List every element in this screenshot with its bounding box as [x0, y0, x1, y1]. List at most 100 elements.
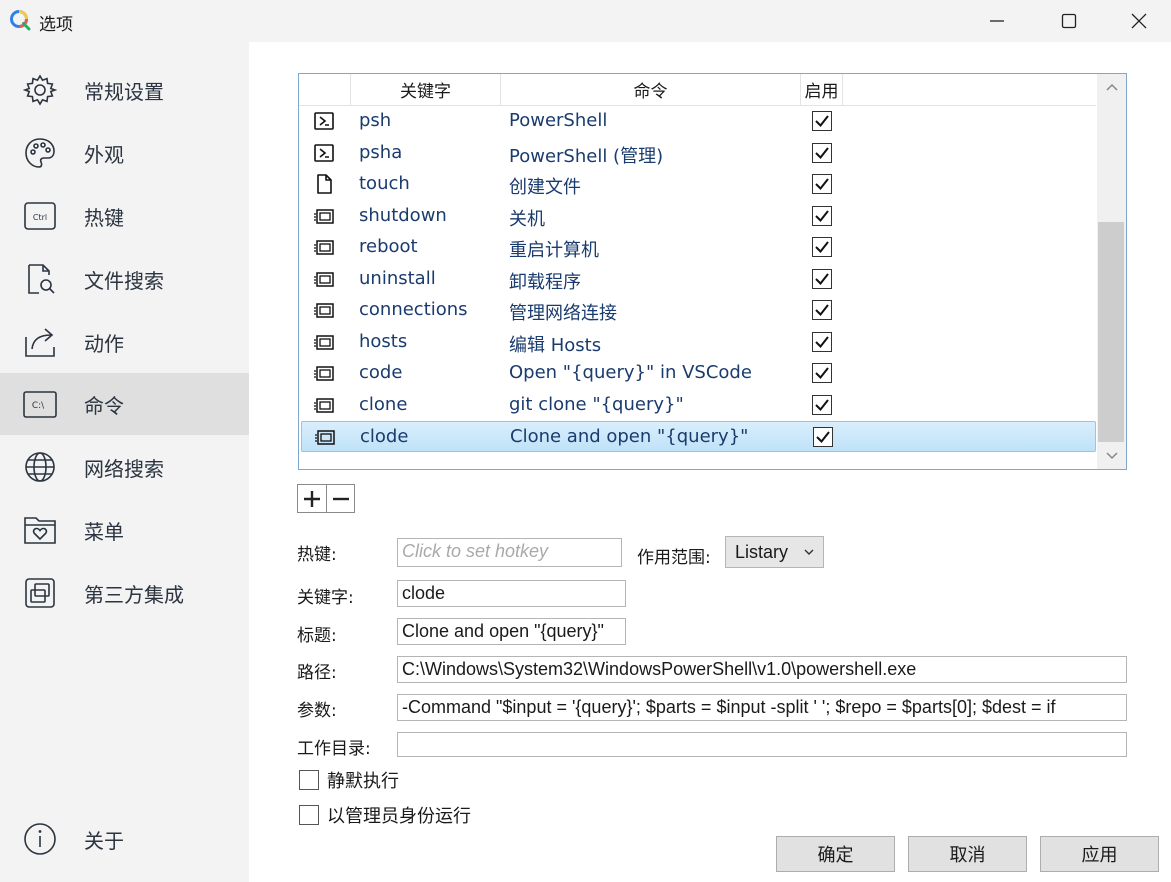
sidebar-item-label: 外观: [84, 142, 124, 167]
chevron-down-icon: [1105, 452, 1118, 460]
row-enabled-checkbox[interactable]: [812, 237, 832, 257]
scroll-down-button[interactable]: [1097, 443, 1126, 469]
integration-icon: [23, 576, 57, 610]
column-header-command[interactable]: 命令: [501, 74, 801, 105]
table-row[interactable]: uninstall 卸载程序: [301, 264, 1096, 295]
hotkey-label: 热键:: [297, 545, 337, 565]
remove-command-button[interactable]: [326, 485, 354, 512]
sidebar-item-hotkeys[interactable]: Ctrl 热键: [0, 185, 249, 247]
silent-checkbox[interactable]: [299, 770, 319, 790]
row-keyword: hosts: [359, 330, 408, 352]
scroll-up-button[interactable]: [1097, 74, 1126, 100]
keyword-input[interactable]: clode: [397, 580, 626, 607]
share-arrow-icon: [23, 325, 57, 359]
row-enabled-checkbox[interactable]: [812, 111, 832, 131]
table-row[interactable]: psha PowerShell (管理): [301, 138, 1096, 169]
run-as-admin-checkbox[interactable]: [299, 805, 319, 825]
path-input[interactable]: C:\Windows\System32\WindowsPowerShell\v1…: [397, 656, 1127, 683]
row-enabled-checkbox[interactable]: [812, 300, 832, 320]
table-row[interactable]: connections 管理网络连接: [301, 295, 1096, 326]
ok-button[interactable]: 确定: [776, 836, 895, 872]
palette-icon: [23, 136, 57, 170]
row-keyword: psha: [359, 141, 403, 163]
close-button[interactable]: [1104, 0, 1171, 42]
table-row[interactable]: clode Clone and open "{query}": [301, 421, 1096, 452]
row-enabled-checkbox[interactable]: [812, 268, 832, 289]
listary-app-icon: [10, 10, 31, 31]
sidebar-item-integrations[interactable]: 第三方集成: [0, 562, 249, 624]
globe-icon: [23, 450, 57, 484]
row-keyword: touch: [359, 173, 410, 194]
sidebar-item-label: 热键: [84, 205, 124, 230]
table-row[interactable]: touch 创建文件: [301, 169, 1096, 200]
powershell-icon: [314, 112, 334, 130]
sidebar-item-appearance[interactable]: 外观: [0, 122, 249, 184]
minimize-button[interactable]: [962, 0, 1032, 42]
row-enabled-checkbox[interactable]: [812, 174, 832, 194]
scope-selected-value: Listary: [735, 542, 789, 562]
minimize-icon: [990, 20, 1004, 22]
row-command: 创建文件: [509, 177, 581, 198]
sidebar-item-label: 关于: [84, 828, 124, 853]
row-keyword: shutdown: [359, 204, 447, 226]
scope-label: 作用范围:: [637, 548, 711, 568]
sidebar-item-web-search[interactable]: 网络搜索: [0, 436, 249, 498]
sidebar-item-file-search[interactable]: 文件搜索: [0, 248, 249, 310]
sidebar-item-label: 第三方集成: [84, 582, 184, 607]
sidebar-item-menu[interactable]: 菜单: [0, 499, 249, 561]
window-command-icon: [314, 366, 334, 381]
sidebar-item-commands[interactable]: C:\ 命令: [0, 373, 249, 435]
row-enabled-checkbox[interactable]: [812, 331, 832, 352]
table-row[interactable]: psh PowerShell: [301, 106, 1096, 137]
commands-table: 关键字 命令 启用 psh PowerShell psha PowerShell (管…: [298, 73, 1127, 470]
title-input[interactable]: Clone and open "{query}": [397, 618, 626, 645]
table-scrollbar[interactable]: [1097, 74, 1126, 469]
add-command-button[interactable]: [298, 485, 326, 512]
window-command-icon: [314, 397, 334, 413]
arguments-input[interactable]: -Command "$input = '{query}'; $parts = $…: [397, 694, 1127, 721]
row-enabled-checkbox[interactable]: [812, 394, 832, 415]
table-row[interactable]: reboot 重启计算机: [301, 232, 1096, 263]
svg-text:Ctrl: Ctrl: [33, 213, 47, 222]
row-keyword: code: [359, 362, 403, 383]
column-header-keyword[interactable]: 关键字: [351, 74, 501, 105]
hotkey-input[interactable]: Click to set hotkey: [397, 538, 622, 567]
window-command-icon: [314, 334, 334, 350]
row-command: 编辑 Hosts: [509, 334, 602, 356]
sidebar-item-label: 命令: [84, 393, 124, 418]
run-as-admin-option[interactable]: 以管理员身份运行: [299, 804, 471, 827]
title-label: 标题:: [297, 626, 337, 646]
checkmark-icon: [815, 146, 829, 159]
table-row[interactable]: clone git clone "{query}": [301, 390, 1096, 421]
silent-checkbox-label: 静默执行: [327, 771, 399, 792]
svg-text:C:\: C:\: [32, 401, 45, 411]
table-row[interactable]: shutdown 关机: [301, 201, 1096, 232]
sidebar-item-general[interactable]: 常规设置: [0, 59, 249, 121]
sidebar-item-about[interactable]: 关于: [0, 808, 249, 870]
sidebar-item-actions[interactable]: 动作: [0, 311, 249, 373]
row-enabled-checkbox[interactable]: [812, 363, 832, 383]
window-command-icon: [314, 303, 334, 318]
checkmark-icon: [815, 398, 829, 411]
apply-button[interactable]: 应用: [1040, 836, 1159, 872]
maximize-button[interactable]: [1034, 0, 1104, 42]
silent-option[interactable]: 静默执行: [299, 769, 399, 792]
table-row[interactable]: hosts 编辑 Hosts: [301, 327, 1096, 358]
gear-icon: [23, 73, 57, 107]
table-row[interactable]: code Open "{query}" in VSCode: [301, 358, 1096, 389]
row-command: 重启计算机: [509, 240, 599, 261]
working-directory-input[interactable]: [397, 732, 1127, 757]
row-keyword: clode: [360, 426, 409, 447]
row-enabled-checkbox[interactable]: [813, 427, 833, 447]
checkmark-icon: [815, 241, 829, 254]
folder-heart-icon: [23, 513, 57, 547]
file-icon: [317, 174, 332, 194]
row-keyword: uninstall: [359, 267, 436, 289]
row-enabled-checkbox[interactable]: [812, 142, 832, 163]
checkmark-icon: [815, 209, 829, 222]
cancel-button[interactable]: 取消: [908, 836, 1027, 872]
scope-dropdown[interactable]: Listary: [725, 536, 824, 568]
row-enabled-checkbox[interactable]: [812, 205, 832, 226]
column-header-enabled[interactable]: 启用: [801, 74, 843, 105]
scroll-thumb[interactable]: [1098, 222, 1124, 442]
